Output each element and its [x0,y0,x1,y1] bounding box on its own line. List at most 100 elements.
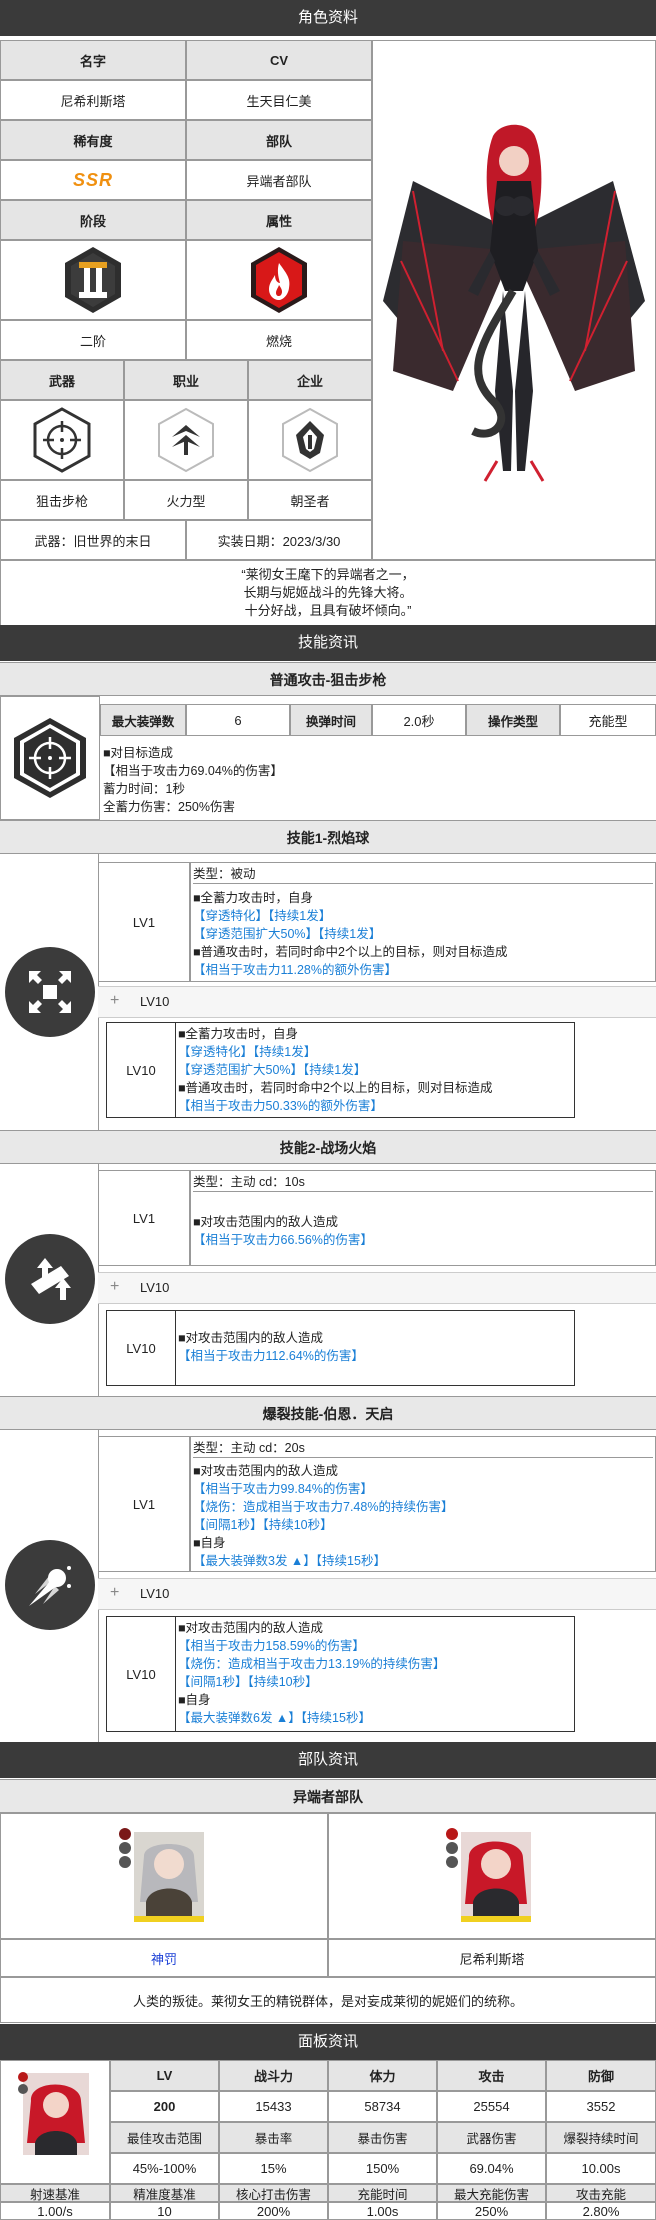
desc-line: 【穿透范围扩大50%】【持续1发】 [178,1063,367,1077]
stat-label-max-charge-dmg: 最大充能伤害 [437,2184,546,2202]
skill2-lv10-label: LV10 [106,1310,176,1386]
expand-arrows-icon [5,947,95,1037]
stat-value-charge-time: 1.00s [328,2202,437,2220]
name-label: 名字 [0,40,186,80]
stat-value-range: 45%-100% [110,2153,219,2184]
stat-label-burst-duration: 爆裂持续时间 [546,2122,656,2153]
burst-lv1-desc: ■对攻击范围内的敌人造成 【相当于攻击力99.84%的伤害】 【烧伤：造成相当于… [193,1462,453,1570]
weapon-label: 武器 [0,360,124,400]
normal-attack-icon-cell [0,696,100,820]
squad-member-name-2[interactable]: 尼希利斯塔 [328,1939,656,1977]
company-label: 企业 [248,360,372,400]
stat-value-lv: 200 [110,2091,219,2122]
stat-label-hp: 体力 [328,2060,437,2091]
skill2-lv10-box: ■对攻击范围内的敌人造成 【相当于攻击力112.64%的伤害】 [175,1310,575,1386]
stat-value-atk-charge: 2.80% [546,2202,656,2220]
quote-line-1: “莱彻女王麾下的异端者之一， [241,567,415,582]
desc-line: ■自身 [178,1693,211,1707]
attr-label: 属性 [186,200,372,240]
burst-lv1-box: 类型：主动 cd：20s ■对攻击范围内的敌人造成 【相当于攻击力99.84%的… [190,1436,656,1572]
desc-line: ■对攻击范围内的敌人造成 [193,1215,339,1229]
skill2-lv1-label: LV1 [98,1170,190,1266]
skill1-lv10-toggle-label: LV10 [140,994,170,1009]
desc-line: 【相当于攻击力50.33%的额外伤害】 [178,1099,383,1113]
desc-line: 全蓄力伤害：250%伤害 [103,800,235,814]
desc-line: ■对攻击范围内的敌人造成 [178,1331,324,1345]
desc-line: 【最大装弹数3发 ▲】【持续15秒】 [193,1554,386,1568]
stat-label-atk: 攻击 [437,2060,546,2091]
skills-header: 技能资讯 [0,625,656,661]
squad-value: 异端者部队 [186,160,372,200]
stat-value-core-dmg: 200% [219,2202,328,2220]
stats-character-avatar [18,2072,89,2155]
release-date: 实装日期：2023/3/30 [186,520,372,560]
cv-value: 生天目仁美 [186,80,372,120]
skill2-title: 技能2-战场火焰 [0,1130,656,1164]
burst-lv10-toggle[interactable]: + LV10 [98,1578,656,1610]
desc-line: ■全蓄力攻击时，自身 [193,891,314,905]
desc-line: 【穿透特化】【持续1发】 [193,909,332,923]
sniper-rifle-icon [33,407,91,473]
pilgrim-company-icon [282,407,338,473]
skill1-icon-cell [0,854,99,1130]
skill2-lv1-desc: ■对攻击范围内的敌人造成 【相当于攻击力66.56%的伤害】 [193,1213,373,1249]
stage-two-icon [65,247,121,313]
character-quote: “莱彻女王麾下的异端者之一， 长期与妮姬战斗的先锋大将。 十分好战，且具有破坏倾… [0,560,656,626]
stat-value-power: 15433 [219,2091,328,2122]
stat-label-crit-dmg: 暴击伤害 [328,2122,437,2153]
stat-value-burst-duration: 10.00s [546,2153,656,2184]
skill2-lv10-desc: ■对攻击范围内的敌人造成 【相当于攻击力112.64%的伤害】 [178,1329,364,1365]
stage-value: 二阶 [0,320,186,360]
skill2-lv10-toggle[interactable]: + LV10 [98,1272,656,1304]
skill1-lv10-desc: ■全蓄力攻击时，自身 【穿透特化】【持续1发】 【穿透范围扩大50%】【持续1发… [178,1025,493,1115]
squad-member-name-1[interactable]: 神罚 [0,1939,328,1977]
desc-line: ■自身 [193,1536,226,1550]
burst-lv10-desc: ■对攻击范围内的敌人造成 【相当于攻击力158.59%的伤害】 【烧伤：造成相当… [178,1619,445,1727]
stat-label-fire-rate: 射速基准 [0,2184,110,2202]
stage-icon-cell [0,240,186,320]
skill1-lv10-box: ■全蓄力攻击时，自身 【穿透特化】【持续1发】 【穿透范围扩大50%】【持续1发… [175,1022,575,1118]
field-buff-icon [5,1234,95,1324]
fire-icon [251,247,307,313]
stats-portrait-cell [0,2060,110,2184]
max-ammo-value: 6 [186,704,290,736]
control-type-label: 操作类型 [466,704,560,736]
weapon-value: 狙击步枪 [0,480,124,520]
squad-header: 部队资讯 [0,1742,656,1778]
character-artwork [383,124,645,482]
burst-lv10-box: ■对攻击范围内的敌人造成 【相当于攻击力158.59%的伤害】 【烧伤：造成相当… [175,1616,575,1732]
desc-line: 【烧伤：造成相当于攻击力13.19%的持续伤害】 [178,1657,446,1671]
burst-icon-cell [0,1430,99,1742]
desc-line: 【相当于攻击力11.28%的额外伤害】 [193,963,397,977]
normal-attack-desc: ■对目标造成 【相当于攻击力69.04%的伤害】 蓄力时间：1秒 全蓄力伤害：2… [103,744,283,816]
name-value: 尼希利斯塔 [0,80,186,120]
skill2-type: 类型：主动 cd：10s [193,1173,653,1192]
skill1-lv1-box: 类型：被动 ■全蓄力攻击时，自身 【穿透特化】【持续1发】 【穿透范围扩大50%… [190,862,656,982]
weapon-icon-cell [0,400,124,480]
squad-member-portrait-2[interactable] [328,1813,656,1939]
reload-value: 2.0秒 [372,704,466,736]
normal-attack-title: 普通攻击-狙击步枪 [0,662,656,696]
squad-member-portrait-1[interactable] [0,1813,328,1939]
weapon-name: 武器：旧世界的末日 [0,520,186,560]
member-avatar-1 [116,1822,216,1930]
attacker-class-icon [158,407,214,473]
burst-lv1-label: LV1 [98,1436,190,1572]
plus-icon: + [110,992,120,1009]
burst-lv10-toggle-label: LV10 [140,1586,170,1601]
skill1-lv10-toggle[interactable]: + LV10 [98,986,656,1018]
squad-title: 异端者部队 [0,1779,656,1813]
desc-line: 【穿透特化】【持续1发】 [178,1045,317,1059]
desc-line: 【相当于攻击力99.84%的伤害】 [193,1482,373,1496]
plus-icon: + [110,1584,120,1601]
desc-line: 蓄力时间：1秒 [103,782,185,796]
skill2-lv10-toggle-label: LV10 [140,1280,170,1295]
max-ammo-label: 最大装弹数 [100,704,186,736]
skill1-lv1-desc: ■全蓄力攻击时，自身 【穿透特化】【持续1发】 【穿透范围扩大50%】【持续1发… [193,889,508,979]
stat-label-atk-charge: 攻击充能 [546,2184,656,2202]
skill1-lv10-label: LV10 [106,1022,176,1118]
burst-lv10-label: LV10 [106,1616,176,1732]
skill2-lv1-box: 类型：主动 cd：10s ■对攻击范围内的敌人造成 【相当于攻击力66.56%的… [190,1170,656,1266]
stat-value-atk: 25554 [437,2091,546,2122]
quote-line-3: 十分好战，且具有破坏倾向。” [244,603,412,618]
